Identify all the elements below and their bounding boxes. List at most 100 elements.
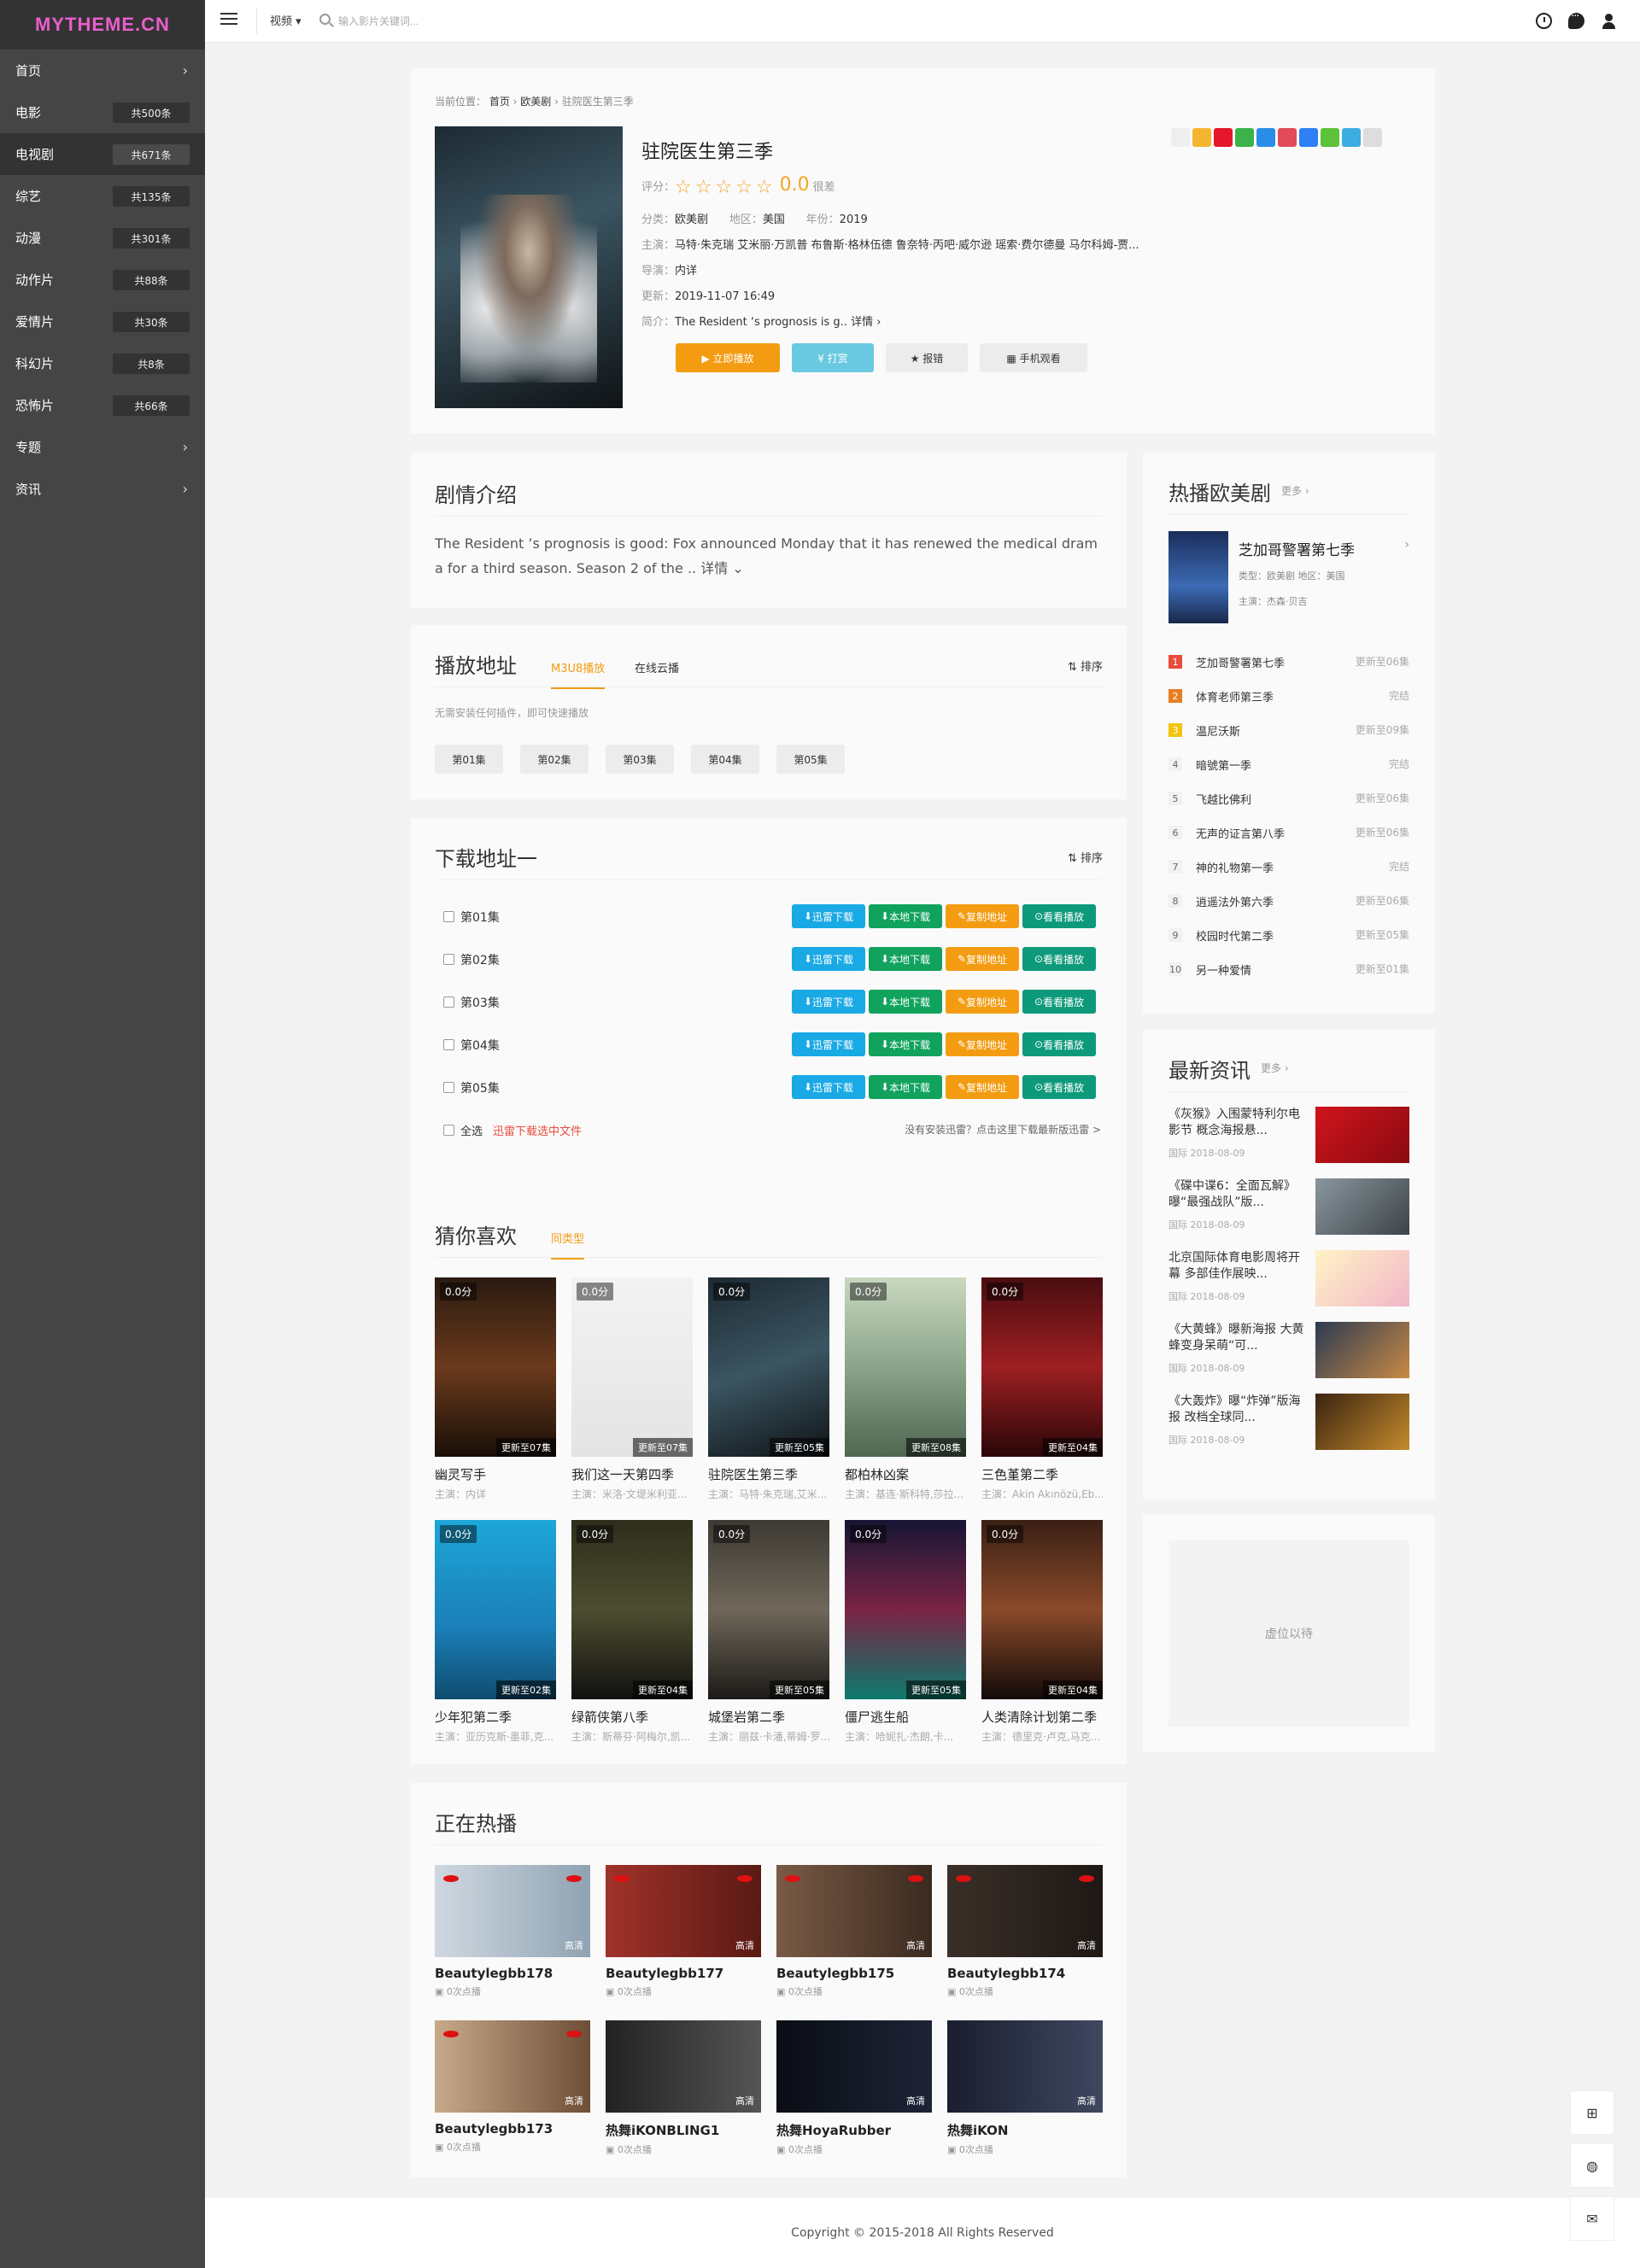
video-title[interactable]: Beautylegbb178	[435, 1966, 590, 1981]
crumb-category[interactable]: 欧美剧	[520, 96, 551, 108]
watch-button[interactable]: ⊙ 看看播放	[1022, 947, 1096, 971]
video-thumbnail[interactable]: 高清	[776, 2020, 932, 2113]
category-link[interactable]: 欧美剧	[675, 213, 708, 226]
video-title[interactable]: 幽灵写手	[435, 1465, 556, 1483]
local-download-button[interactable]: ⬇ 本地下载	[869, 1032, 942, 1056]
local-download-button[interactable]: ⬇ 本地下载	[869, 990, 942, 1014]
douban-icon[interactable]	[1321, 128, 1339, 147]
video-title[interactable]: 人类清除计划第二季	[981, 1708, 1103, 1726]
video-title[interactable]: Beautylegbb173	[435, 2121, 590, 2136]
copy-link-button[interactable]: ✎ 复制地址	[946, 904, 1019, 928]
sort-button[interactable]: ⇅ 排序	[1068, 658, 1103, 674]
video-card[interactable]: 0.0分 更新至05集 僵尸逃生船 主演：哈妮扎·杰朗,卡...	[845, 1520, 966, 1744]
search-icon[interactable]	[319, 14, 331, 25]
hot-video-card[interactable]: 高清 Beautylegbb177 ▣ 0次点播	[606, 1865, 761, 1998]
video-poster[interactable]: 0.0分 更新至08集	[845, 1277, 966, 1457]
sidebar-item[interactable]: 首页 ›	[0, 50, 205, 91]
sidebar-item[interactable]: 动作片 共88条	[0, 259, 205, 301]
video-card[interactable]: 0.0分 更新至07集 我们这一天第四季 主演：米洛·文堤米利亚...	[571, 1277, 693, 1501]
year-link[interactable]: 2019	[840, 213, 868, 226]
video-title[interactable]: 热舞iKON	[947, 2121, 1103, 2139]
watch-button[interactable]: ⊙ 看看播放	[1022, 990, 1096, 1014]
local-download-button[interactable]: ⬇ 本地下载	[869, 904, 942, 928]
tencent-weibo-icon[interactable]	[1256, 128, 1275, 147]
local-download-button[interactable]: ⬇ 本地下载	[869, 1075, 942, 1099]
news-title[interactable]: 《大轰炸》曝“炸弹”版海报 改档全球同...	[1168, 1394, 1309, 1426]
hot-video-card[interactable]: 高清 热舞iKONBLING1 ▣ 0次点播	[606, 2020, 761, 2156]
episode-checkbox[interactable]	[443, 997, 454, 1008]
hot-video-card[interactable]: 高清 热舞iKON ▣ 0次点播	[947, 2020, 1103, 2156]
tab-m3u8[interactable]: M3U8播放	[551, 659, 606, 689]
video-title[interactable]: 驻院医生第三季	[708, 1465, 829, 1483]
sidebar-item[interactable]: 恐怖片 共66条	[0, 384, 205, 426]
hot-video-card[interactable]: 高清 Beautylegbb178 ▣ 0次点播	[435, 1865, 590, 1998]
rank-title[interactable]: 体育老师第三季	[1196, 688, 1274, 704]
video-thumbnail[interactable]: 高清	[435, 1865, 590, 1957]
video-thumbnail[interactable]: 高清	[776, 1865, 932, 1957]
news-thumbnail[interactable]	[1315, 1322, 1409, 1378]
copy-link-button[interactable]: ✎ 复制地址	[946, 947, 1019, 971]
video-card[interactable]: 0.0分 更新至05集 城堡岩第二季 主演：丽兹·卡潘,蒂姆·罗...	[708, 1520, 829, 1744]
thunder-download-button[interactable]: ⬇ 迅雷下载	[792, 1032, 865, 1056]
rank-title[interactable]: 温尼沃斯	[1196, 722, 1240, 739]
sidebar-item[interactable]: 综艺 共135条	[0, 175, 205, 217]
video-title[interactable]: 城堡岩第二季	[708, 1708, 829, 1726]
wechat-icon[interactable]	[1235, 128, 1254, 147]
video-thumbnail[interactable]: 高清	[947, 1865, 1103, 1957]
news-thumbnail[interactable]	[1315, 1178, 1409, 1235]
news-item[interactable]: 北京国际体育电影周将开幕 多部佳作展映... 国际 2018-08-09	[1168, 1250, 1409, 1310]
news-thumbnail[interactable]	[1315, 1394, 1409, 1450]
news-title[interactable]: 《碟中谍6：全面瓦解》曝“最强战队”版...	[1168, 1178, 1309, 1211]
episode-button[interactable]: 第03集	[606, 745, 674, 774]
video-poster[interactable]: 0.0分 更新至04集	[981, 1277, 1103, 1457]
search-input[interactable]	[338, 10, 594, 32]
rank-item[interactable]: 2 体育老师第三季 完结	[1168, 687, 1409, 704]
copy-link-button[interactable]: ✎ 复制地址	[946, 990, 1019, 1014]
play-now-button[interactable]: ▶ 立即播放	[676, 343, 780, 372]
news-thumbnail[interactable]	[1315, 1250, 1409, 1306]
rank-item[interactable]: 6 无声的证言第八季 更新至06集	[1168, 824, 1409, 841]
news-item[interactable]: 《灰猴》入围蒙特利尔电影节 概念海报悬... 国际 2018-08-09	[1168, 1107, 1409, 1166]
sidebar-item[interactable]: 专题 ›	[0, 426, 205, 468]
video-title[interactable]: 我们这一天第四季	[571, 1465, 693, 1483]
select-all-label[interactable]: 全选	[460, 1122, 483, 1138]
news-thumbnail[interactable]	[1315, 1107, 1409, 1163]
qq-icon[interactable]	[1278, 128, 1297, 147]
category-select[interactable]: 视频 ▾	[270, 12, 302, 28]
chat-float-icon[interactable]: ✉	[1570, 2196, 1614, 2241]
video-poster[interactable]: 0.0分 更新至05集	[708, 1520, 829, 1699]
summary-more-link[interactable]: The Resident ‘s prognosis is g.. 详情 ›	[675, 316, 881, 329]
episode-button[interactable]: 第04集	[691, 745, 759, 774]
episode-checkbox[interactable]	[443, 954, 454, 965]
episode-checkbox[interactable]	[443, 1039, 454, 1050]
crumb-home[interactable]: 首页	[489, 96, 510, 108]
video-poster[interactable]: 0.0分 更新至04集	[571, 1520, 693, 1699]
rank-item[interactable]: 7 神的礼物第一季 完结	[1168, 858, 1409, 875]
windows-icon[interactable]: ⊞	[1570, 2090, 1614, 2135]
area-link[interactable]: 美国	[763, 213, 785, 226]
news-item[interactable]: 《大黄蜂》曝新海报 大黄蜂变身呆萌“可... 国际 2018-08-09	[1168, 1322, 1409, 1382]
site-logo[interactable]: MYTHEME.CN	[0, 0, 205, 50]
rank-title[interactable]: 逍遥法外第六季	[1196, 893, 1274, 909]
sidebar-item[interactable]: 电影 共500条	[0, 91, 205, 133]
thunder-download-button[interactable]: ⬇ 迅雷下载	[792, 1075, 865, 1099]
video-title[interactable]: 少年犯第二季	[435, 1708, 556, 1726]
more-link[interactable]: 更多 ›	[1281, 483, 1309, 498]
rank-title[interactable]: 飞越比佛利	[1196, 791, 1251, 807]
video-poster[interactable]: 0.0分 更新至07集	[435, 1277, 556, 1457]
qzone-icon[interactable]	[1192, 128, 1211, 147]
video-title[interactable]: 热舞iKONBLING1	[606, 2121, 761, 2139]
rank-title[interactable]: 无声的证言第八季	[1196, 825, 1285, 841]
tab-cloud[interactable]: 在线云播	[635, 659, 679, 675]
news-item[interactable]: 《碟中谍6：全面瓦解》曝“最强战队”版... 国际 2018-08-09	[1168, 1178, 1409, 1238]
video-card[interactable]: 0.0分 更新至02集 少年犯第二季 主演：亚历克斯·墨菲,克...	[435, 1520, 556, 1744]
more-link[interactable]: 更多 ›	[1261, 1061, 1289, 1075]
movie-poster[interactable]	[435, 126, 623, 408]
video-poster[interactable]: 0.0分 更新至04集	[981, 1520, 1103, 1699]
sidebar-item[interactable]: 动漫 共301条	[0, 217, 205, 259]
video-poster[interactable]: 0.0分 更新至05集	[845, 1520, 966, 1699]
video-card[interactable]: 0.0分 更新至08集 都柏林凶案 主演：基连·斯科特,莎拉...	[845, 1277, 966, 1501]
rank-item[interactable]: 3 温尼沃斯 更新至09集	[1168, 722, 1409, 739]
video-card[interactable]: 0.0分 更新至05集 驻院医生第三季 主演：马特·朱克瑞,艾米...	[708, 1277, 829, 1501]
video-card[interactable]: 0.0分 更新至04集 三色堇第二季 主演：Akin Akınözü,Eb...	[981, 1277, 1103, 1501]
